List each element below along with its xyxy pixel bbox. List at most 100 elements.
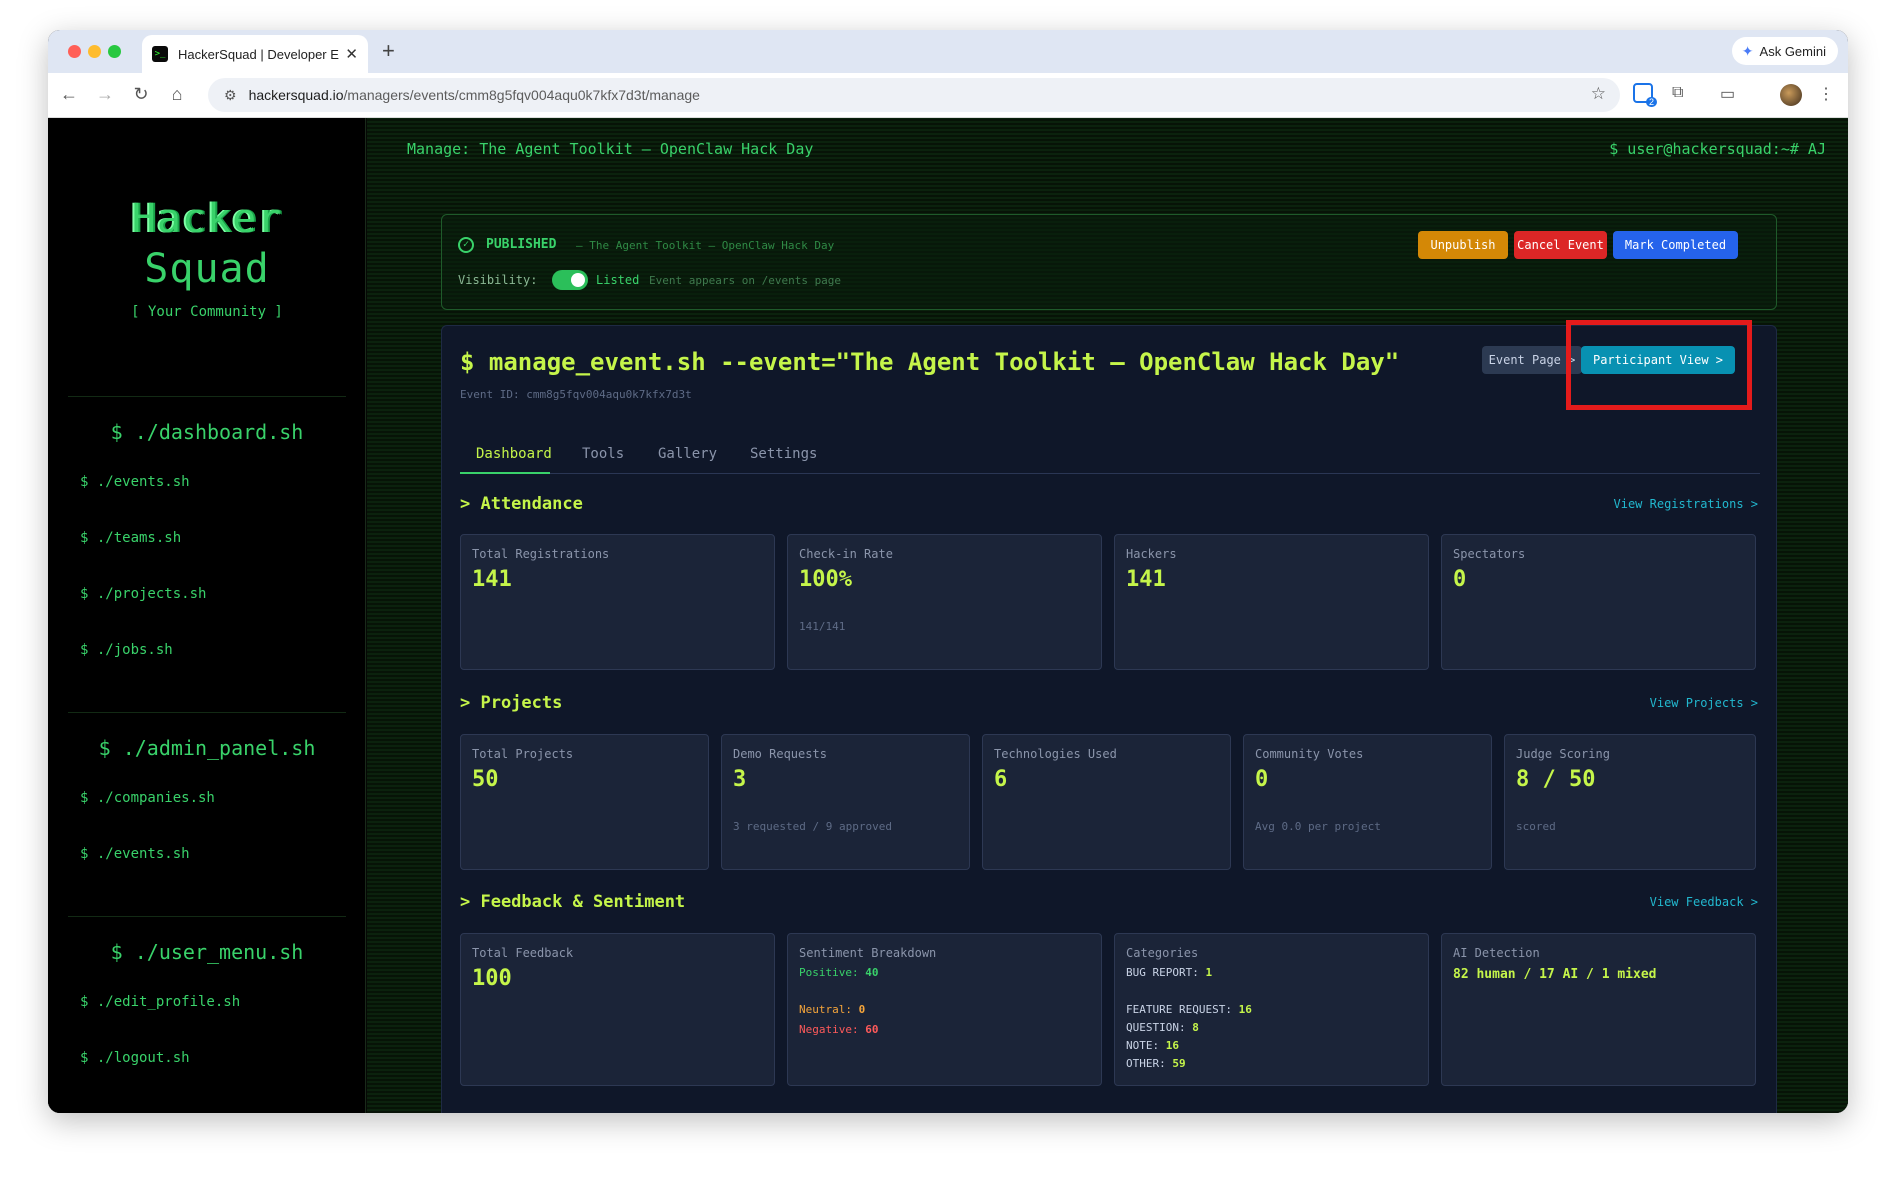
main-content: Manage: The Agent Toolkit — OpenClaw Hac… bbox=[367, 118, 1848, 1113]
stat-label: Community Votes bbox=[1255, 747, 1364, 761]
stat-value: 141 bbox=[472, 567, 512, 592]
forward-arrow-icon[interactable]: → bbox=[94, 84, 116, 105]
stat-card: Total Registrations 141 bbox=[460, 534, 775, 670]
stat-label: Judge Scoring bbox=[1516, 747, 1610, 761]
sidebar-heading-admin-panel[interactable]: $ ./admin_panel.sh bbox=[48, 736, 366, 760]
categories-card: Categories BUG REPORT: 1 FEATURE REQUEST… bbox=[1114, 933, 1429, 1086]
tab-dashboard[interactable]: Dashboard bbox=[476, 446, 552, 462]
app: Hacker Squad [ Your Community ] $ ./dash… bbox=[48, 118, 1848, 1113]
stat-card: Technologies Used 6 bbox=[982, 734, 1231, 870]
stat-label: Total Projects bbox=[472, 747, 574, 761]
stat-value: 141 bbox=[1126, 567, 1166, 592]
stat-label: Categories bbox=[1126, 946, 1199, 960]
extension-badge-icon[interactable]: 2 bbox=[1633, 83, 1657, 107]
stat-subtext: 3 requested / 9 approved bbox=[733, 820, 892, 833]
terminal-favicon-icon: >_ bbox=[152, 46, 168, 62]
cancel-event-button[interactable]: Cancel Event bbox=[1514, 231, 1607, 259]
category-question: QUESTION: 8 bbox=[1126, 1021, 1199, 1034]
feedback-heading: > Feedback & Sentiment bbox=[460, 892, 686, 912]
back-arrow-icon[interactable]: ← bbox=[58, 84, 80, 105]
sidebar-item-jobs[interactable]: $ ./jobs.sh bbox=[80, 642, 173, 658]
more-menu-icon[interactable]: ⋮ bbox=[1818, 84, 1834, 104]
sentiment-card: Sentiment Breakdown Positive: 40 Neutral… bbox=[787, 933, 1102, 1086]
tab-settings[interactable]: Settings bbox=[750, 446, 817, 462]
divider bbox=[68, 396, 346, 397]
profile-avatar[interactable] bbox=[1780, 84, 1802, 106]
stat-label: Spectators bbox=[1453, 547, 1526, 561]
stat-label: Hackers bbox=[1126, 547, 1177, 561]
logo-tagline: [ Your Community ] bbox=[131, 304, 283, 320]
reload-icon[interactable]: ↻ bbox=[130, 84, 152, 105]
view-feedback-link[interactable]: View Feedback > bbox=[1650, 895, 1758, 909]
stat-value: 3 bbox=[733, 767, 747, 792]
unpublish-button[interactable]: Unpublish bbox=[1418, 231, 1508, 259]
sidebar-heading-dashboard[interactable]: $ ./dashboard.sh bbox=[48, 420, 366, 444]
home-icon[interactable]: ⌂ bbox=[166, 84, 188, 105]
category-name: OTHER: bbox=[1126, 1057, 1166, 1070]
mark-completed-button[interactable]: Mark Completed bbox=[1613, 231, 1738, 259]
category-name: NOTE: bbox=[1126, 1039, 1160, 1052]
category-name: FEATURE REQUEST: bbox=[1126, 1003, 1232, 1016]
logo-squad[interactable]: Squad bbox=[48, 246, 366, 292]
close-tab-icon[interactable]: ✕ bbox=[345, 45, 358, 63]
stat-label: Total Registrations bbox=[472, 547, 610, 561]
ask-gemini-label: Ask Gemini bbox=[1759, 43, 1826, 59]
bookmark-star-icon[interactable]: ☆ bbox=[1591, 84, 1606, 104]
stat-card: Hackers 141 bbox=[1114, 534, 1429, 670]
stat-label: Technologies Used bbox=[994, 747, 1117, 761]
stat-value: 100 bbox=[472, 966, 512, 991]
close-window-button[interactable] bbox=[68, 45, 81, 58]
category-feature-request: FEATURE REQUEST: 16 bbox=[1126, 1003, 1252, 1016]
sidebar-item-companies[interactable]: $ ./companies.sh bbox=[80, 790, 215, 806]
visibility-toggle[interactable] bbox=[552, 270, 588, 290]
stat-label: Demo Requests bbox=[733, 747, 827, 761]
divider bbox=[68, 916, 346, 917]
category-count: 1 bbox=[1205, 966, 1213, 979]
view-projects-link[interactable]: View Projects > bbox=[1650, 696, 1758, 710]
category-other: OTHER: 59 bbox=[1126, 1057, 1186, 1070]
address-bar[interactable]: ⚙ hackersquad.io/managers/events/cmm8g5f… bbox=[208, 78, 1620, 112]
sidebar-heading-user-menu[interactable]: $ ./user_menu.sh bbox=[48, 940, 366, 964]
stat-card: Total Feedback 100 bbox=[460, 933, 775, 1086]
divider bbox=[68, 712, 346, 713]
tab-search-icon[interactable]: ▭ bbox=[1720, 84, 1735, 104]
minimize-window-button[interactable] bbox=[88, 45, 101, 58]
ai-detection-card: AI Detection 82 human / 17 AI / 1 mixed bbox=[1441, 933, 1756, 1086]
neutral-count: 0 bbox=[858, 1003, 866, 1016]
view-registrations-link[interactable]: View Registrations > bbox=[1614, 497, 1759, 511]
stat-subtext: Avg 0.0 per project bbox=[1255, 820, 1381, 833]
tab-tools[interactable]: Tools bbox=[582, 446, 624, 462]
sidebar-item-admin-events[interactable]: $ ./events.sh bbox=[80, 846, 190, 862]
stat-card: Spectators 0 bbox=[1441, 534, 1756, 670]
page-title: Manage: The Agent Toolkit — OpenClaw Hac… bbox=[407, 140, 814, 158]
site-info-icon[interactable]: ⚙ bbox=[224, 87, 237, 104]
browser-window: >_ HackerSquad | Developer Eco ✕ + ✦ Ask… bbox=[48, 30, 1848, 1113]
new-tab-button[interactable]: + bbox=[382, 38, 395, 64]
stat-card: Check-in Rate 100% 141/141 bbox=[787, 534, 1102, 670]
category-count: 8 bbox=[1192, 1021, 1199, 1034]
sentiment-neutral: Neutral: 0 bbox=[799, 1003, 865, 1016]
sidebar-item-logout[interactable]: $ ./logout.sh bbox=[80, 1050, 190, 1066]
ask-gemini-button[interactable]: ✦ Ask Gemini bbox=[1731, 37, 1838, 65]
sidebar-item-events[interactable]: $ ./events.sh bbox=[80, 474, 190, 490]
maximize-window-button[interactable] bbox=[108, 45, 121, 58]
tab-gallery[interactable]: Gallery bbox=[658, 446, 717, 462]
event-management-card: $ manage_event.sh --event="The Agent Too… bbox=[441, 320, 1777, 1113]
sentiment-positive: Positive: 40 bbox=[799, 966, 878, 979]
highlight-box bbox=[1566, 320, 1752, 410]
sidebar-item-edit-profile[interactable]: $ ./edit_profile.sh bbox=[80, 994, 240, 1010]
extensions-puzzle-icon[interactable]: ⧉ bbox=[1672, 84, 1683, 102]
browser-tab[interactable]: >_ HackerSquad | Developer Eco ✕ bbox=[142, 35, 368, 73]
stat-value: 0 bbox=[1453, 567, 1467, 592]
tab-strip: >_ HackerSquad | Developer Eco ✕ + ✦ Ask… bbox=[48, 30, 1848, 73]
positive-label: Positive: bbox=[799, 966, 859, 979]
tab-title: HackerSquad | Developer Eco bbox=[178, 46, 340, 62]
stat-card: Community Votes 0 Avg 0.0 per project bbox=[1243, 734, 1492, 870]
url-text[interactable]: hackersquad.io/managers/events/cmm8g5fqv… bbox=[249, 87, 700, 103]
ai-detection-text: 82 human / 17 AI / 1 mixed bbox=[1453, 967, 1657, 982]
user-prompt[interactable]: $ user@hackersquad:~# AJ bbox=[1609, 140, 1826, 158]
sidebar-item-projects[interactable]: $ ./projects.sh bbox=[80, 586, 206, 602]
stat-value: 8 / 50 bbox=[1516, 767, 1596, 792]
logo-hacker[interactable]: Hacker bbox=[48, 196, 366, 242]
sidebar-item-teams[interactable]: $ ./teams.sh bbox=[80, 530, 181, 546]
